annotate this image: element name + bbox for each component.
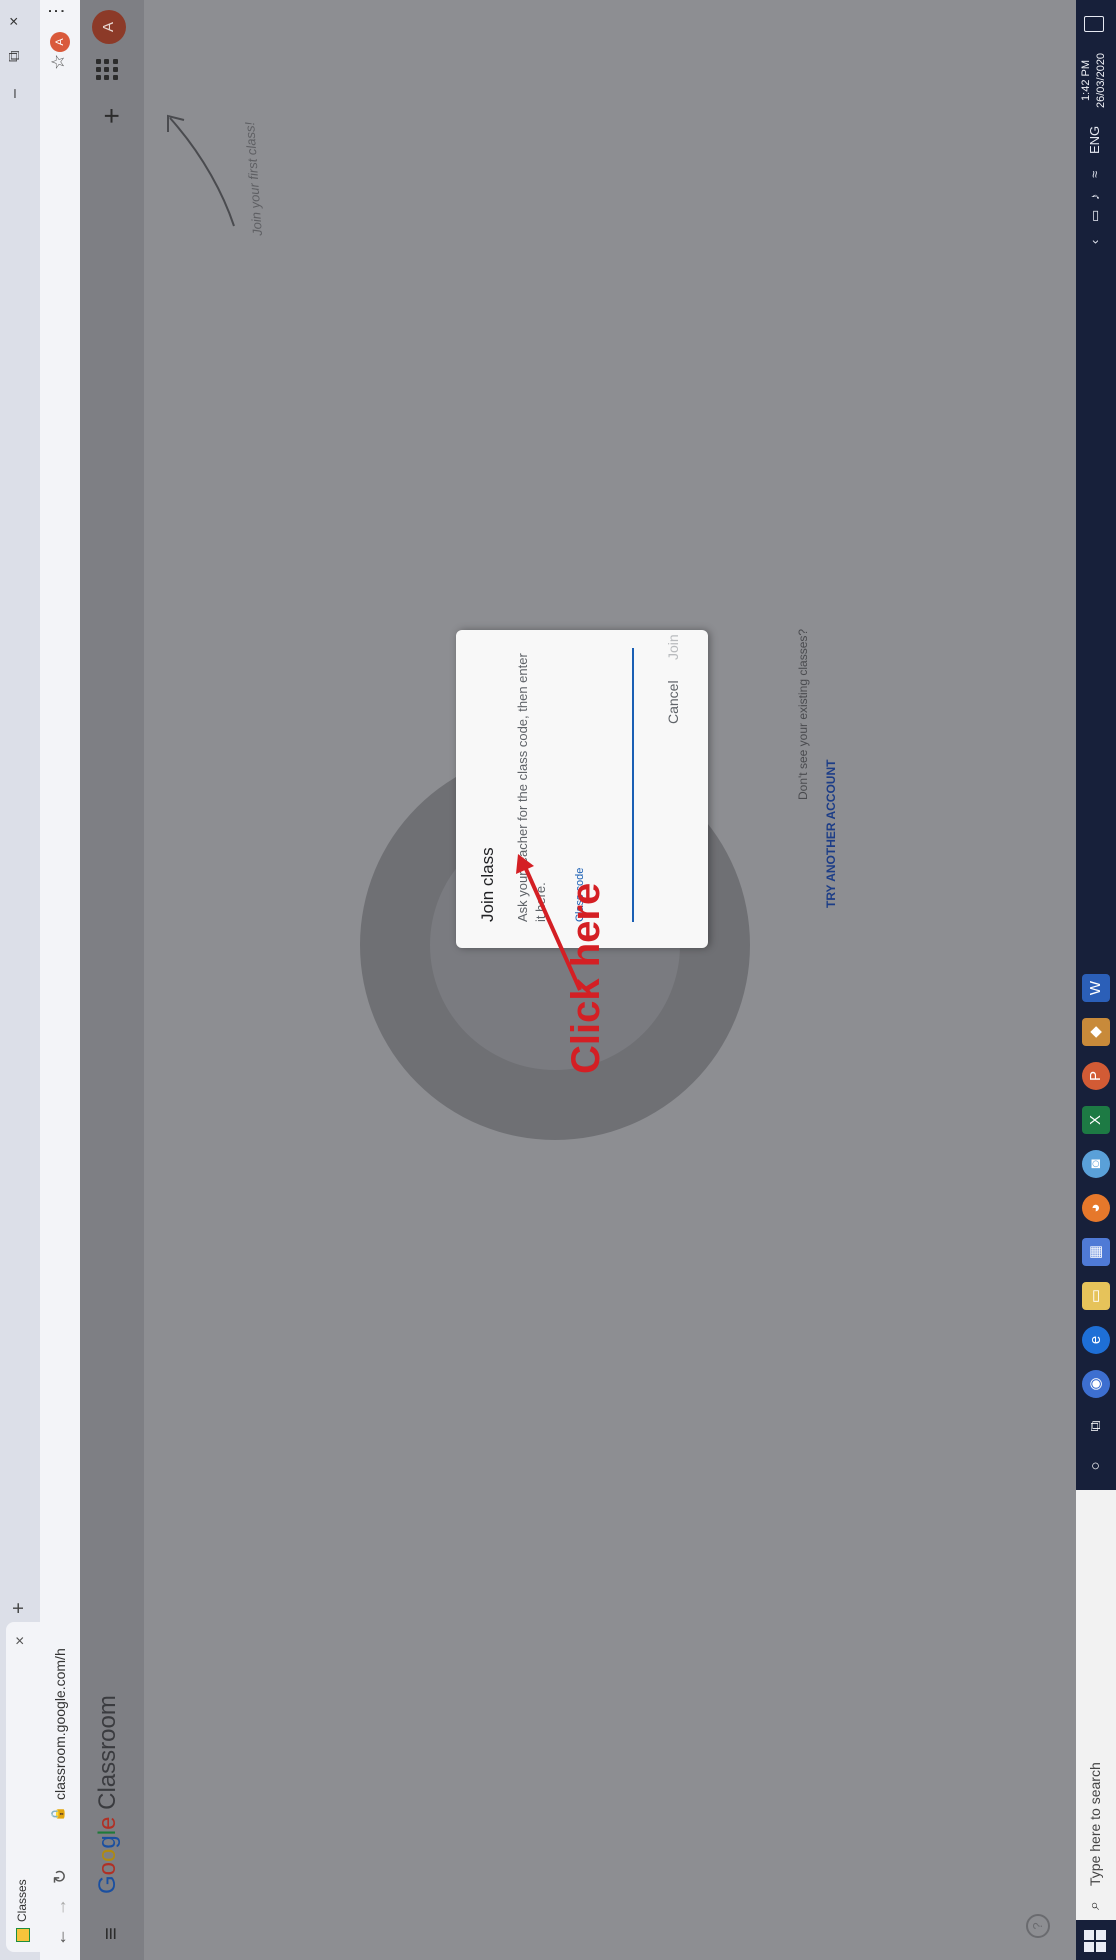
help-icon[interactable]: ? bbox=[1026, 1914, 1050, 1938]
battery-icon[interactable]: ▭ bbox=[1087, 210, 1103, 222]
tray-chevron-icon[interactable]: ‹ bbox=[1087, 240, 1102, 244]
firefox-icon[interactable]: ◕ bbox=[1082, 1194, 1110, 1222]
screen: Classes × + – ⧉ × ← → ↻ 🔒 classroom.goog… bbox=[0, 0, 1116, 1960]
annotation-arrow-icon bbox=[516, 854, 582, 991]
taskbar-search[interactable]: ⌕ Type here to search bbox=[1076, 1490, 1116, 1920]
app-icon[interactable]: ◆ bbox=[1082, 1018, 1110, 1046]
windows-taskbar: ⌕ Type here to search ○ ⧉ ◉ e ▭ ▦ ◕ ◙ X … bbox=[1076, 0, 1116, 1960]
windows-start-icon[interactable] bbox=[1084, 1930, 1106, 1952]
word-icon[interactable]: W bbox=[1082, 974, 1110, 1002]
click-here-annotation: Click here bbox=[564, 882, 608, 1074]
notifications-icon[interactable] bbox=[1084, 16, 1104, 32]
system-clock[interactable]: 1:42 PM 26/03/2020 bbox=[1079, 53, 1109, 108]
file-explorer-icon[interactable]: ▭ bbox=[1082, 1282, 1110, 1310]
taskbar-search-placeholder: Type here to search bbox=[1087, 1762, 1103, 1886]
clock-date: 26/03/2020 bbox=[1095, 52, 1107, 108]
store-icon[interactable]: ▦ bbox=[1082, 1238, 1110, 1266]
search-icon: ⌕ bbox=[1086, 1901, 1103, 1910]
chrome-icon[interactable]: ◉ bbox=[1082, 1370, 1110, 1398]
excel-icon[interactable]: X bbox=[1082, 1106, 1110, 1134]
photos-icon[interactable]: ◙ bbox=[1082, 1150, 1110, 1178]
powerpoint-icon[interactable]: P bbox=[1082, 1062, 1110, 1090]
wifi-icon[interactable]: ≈ bbox=[1087, 171, 1102, 178]
task-view-icon[interactable]: ⧉ bbox=[1082, 1412, 1110, 1440]
edge-icon[interactable]: e bbox=[1082, 1326, 1110, 1354]
cortana-icon[interactable]: ○ bbox=[1082, 1452, 1110, 1480]
clock-time: 1:42 PM bbox=[1080, 59, 1092, 101]
language-indicator[interactable]: ENG bbox=[1087, 126, 1102, 154]
volume-icon[interactable]: ♪ bbox=[1087, 194, 1102, 201]
